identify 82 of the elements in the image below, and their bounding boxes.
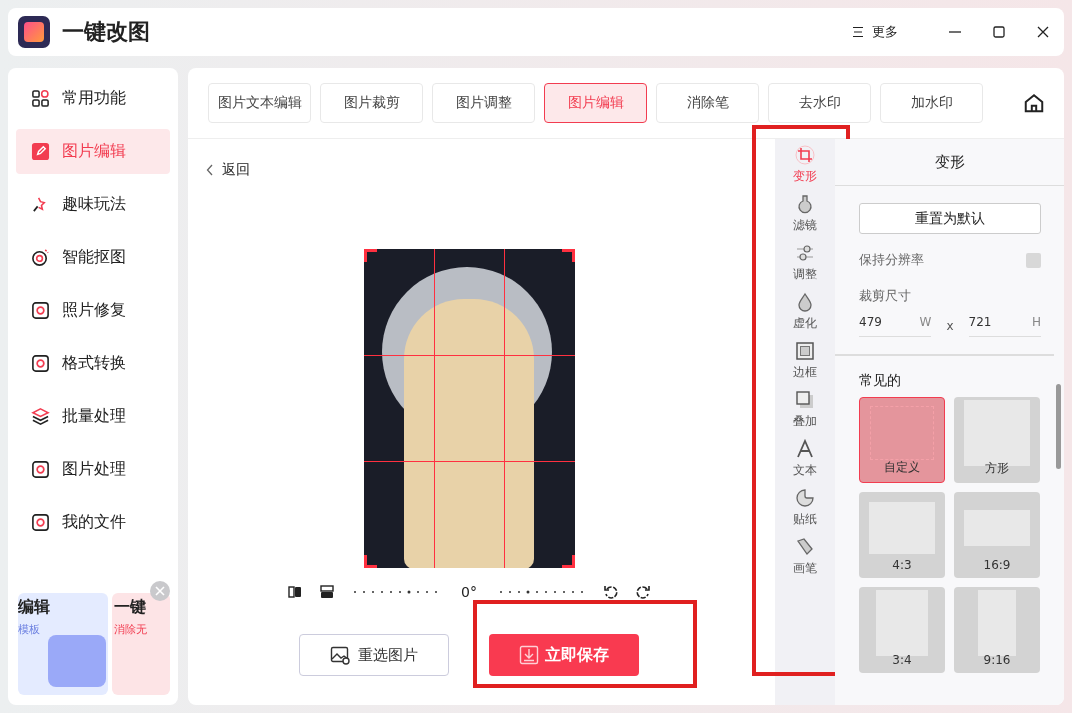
promo-subtitle: 模板 [18,622,40,637]
tool-label: 贴纸 [793,511,817,528]
crop-icon [795,145,815,165]
rotate-right-icon[interactable] [634,584,651,600]
chevron-left-icon [206,164,214,176]
sidebar-item[interactable]: 批量处理 [16,394,170,439]
tool-label: 虚化 [793,315,817,332]
panel-title: 变形 [835,139,1064,186]
tool-label: 画笔 [793,560,817,577]
presets-heading: 常见的 [859,372,902,390]
tool-label: 变形 [793,168,817,185]
promo-title: 编辑 [18,597,50,618]
tool-label: 滤镜 [793,217,817,234]
sidebar-item[interactable]: 智能抠图 [16,235,170,280]
tool-item[interactable]: 虚化 [793,292,817,332]
aspect-preset-tile[interactable]: 自定义 [859,397,945,483]
tool-item[interactable]: 贴纸 [793,488,817,528]
home-icon [1023,92,1045,114]
sidebar-item[interactable]: 常用功能 [16,76,170,121]
tab[interactable]: 图片裁剪 [320,83,423,123]
frame-icon [795,341,815,361]
sticker-icon [795,488,815,508]
keep-resolution-checkbox[interactable] [1026,252,1041,268]
sidebar-item[interactable]: 我的文件 [16,500,170,545]
scrollbar[interactable] [1056,384,1061,469]
aspect-preset-tile[interactable]: 4:3 [859,492,945,578]
flask-icon [795,194,815,214]
drop-icon [795,292,815,312]
maximize-icon[interactable] [992,25,1006,39]
app-title: 一键改图 [62,18,150,46]
sidebar-item[interactable]: 图片处理 [16,447,170,492]
tab[interactable]: 消除笔 [656,83,759,123]
promo-title: 一键 [113,597,146,618]
save-button[interactable]: 立即保存 [489,634,639,676]
layers-icon [31,407,50,426]
rotation-angle: 0° [461,584,477,600]
grid-icon [31,89,50,108]
menu-icon [852,26,864,38]
brush-icon [795,537,815,557]
times-sign: x [946,319,954,333]
tool-item[interactable]: 文本 [793,439,817,479]
height-field[interactable]: 721 H [968,315,1041,337]
app-logo-icon [18,16,50,48]
tool-item[interactable]: 画笔 [793,537,817,577]
edit-icon [31,142,50,161]
aspect-preset-tile[interactable]: 9:16 [954,587,1040,673]
promo-subtitle: 消除无 [113,622,147,637]
aspect-preset-tile[interactable]: 方形 [954,397,1040,483]
tool-label: 叠加 [793,413,817,430]
reselect-image-button[interactable]: 重选图片 [299,634,449,676]
aspect-preset-tile[interactable]: 16:9 [954,492,1040,578]
target-icon [31,248,50,267]
back-link[interactable]: 返回 [206,161,250,179]
tool-item[interactable]: 滤镜 [793,194,817,234]
tab[interactable]: 去水印 [768,83,871,123]
tool-item[interactable]: 叠加 [793,390,817,430]
promo-illustration [48,635,106,687]
close-icon[interactable] [1036,25,1050,39]
reset-default-button[interactable]: 重置为默认 [859,203,1041,234]
flip-vertical-icon[interactable] [319,584,336,600]
aspect-preset-tile[interactable]: 3:4 [859,587,945,673]
keep-resolution-label: 保持分辨率 [859,251,924,269]
more-menu-button[interactable]: 更多 [846,22,904,42]
width-field[interactable]: 479 W [859,315,932,337]
tool-label: 调整 [793,266,817,283]
crop-size-label: 裁剪尺寸 [859,287,912,305]
tab[interactable]: 图片调整 [432,83,535,123]
overlay-icon [795,390,815,410]
download-icon [519,645,539,665]
sidebar-item[interactable]: 格式转换 [16,341,170,386]
rotate-left-icon[interactable] [602,584,619,600]
text-icon [795,439,815,459]
tool-label: 边框 [793,364,817,381]
tool-label: 文本 [793,462,817,479]
tab[interactable]: 图片文本编辑 [208,83,311,123]
tool-item[interactable]: 边框 [793,341,817,381]
sidebar-item[interactable]: 照片修复 [16,288,170,333]
flip-horizontal-icon[interactable] [287,584,304,600]
tab[interactable]: 加水印 [880,83,983,123]
sidebar-item[interactable]: 趣味玩法 [16,182,170,227]
tool-item[interactable]: 调整 [793,243,817,283]
sliders-icon [795,243,815,263]
